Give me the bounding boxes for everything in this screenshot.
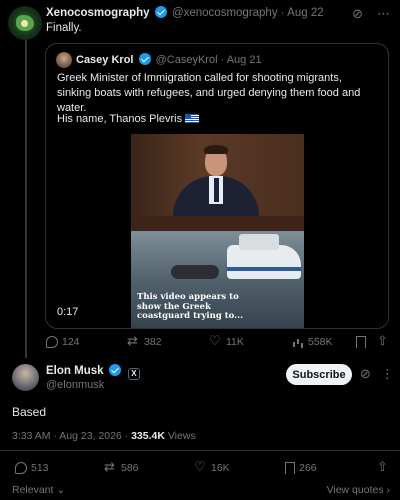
person-hair xyxy=(204,145,228,154)
bookmark-icon[interactable] xyxy=(356,336,366,348)
heart-icon xyxy=(209,333,222,349)
quote-tweet[interactable]: Casey Krol @CaseyKrol · Aug 21 Greek Min… xyxy=(45,43,389,329)
quote-text: Greek Minister of Immigration called for… xyxy=(57,72,361,114)
divider xyxy=(0,450,400,451)
quote-text-2: His name, Thanos Plevris xyxy=(57,113,200,125)
sort-relevant-dropdown[interactable]: Relevant ⌄ xyxy=(12,484,65,496)
post-tail-icons xyxy=(356,333,390,349)
view-quotes-link[interactable]: View quotes › xyxy=(327,484,390,496)
author-name[interactable]: Elon Musk xyxy=(46,365,104,377)
author-name[interactable]: Xenocosmography xyxy=(46,7,150,19)
post-text: Finally. xyxy=(46,22,82,34)
avatar[interactable] xyxy=(8,6,42,40)
quote-header: Casey Krol @CaseyKrol · Aug 21 xyxy=(76,53,262,66)
desk xyxy=(131,216,304,231)
boat-cabin xyxy=(239,234,279,250)
photo-minister xyxy=(131,134,304,231)
author-handle[interactable]: @CaseyKrol xyxy=(156,54,218,66)
post-header: Xenocosmography @xenocosmography · Aug 2… xyxy=(46,6,324,19)
retweet-icon xyxy=(127,333,140,349)
verified-badge-icon xyxy=(154,6,167,18)
like-button[interactable]: 16K xyxy=(194,459,285,475)
reply-icon xyxy=(46,336,58,348)
avatar[interactable] xyxy=(12,364,39,391)
retweet-icon xyxy=(104,459,117,475)
chevron-right-icon: › xyxy=(386,484,391,496)
raft xyxy=(171,265,219,279)
view-quotes-label: View quotes xyxy=(326,484,384,496)
reply-button[interactable]: 513 xyxy=(15,462,105,474)
person-tie xyxy=(214,178,219,202)
like-button[interactable]: 11K xyxy=(209,333,292,349)
views-label: Views xyxy=(164,430,196,442)
retweet-count: 586 xyxy=(121,462,139,474)
reply-action-bar: 513 586 16K 266 xyxy=(15,459,390,475)
verified-badge-icon xyxy=(108,364,121,376)
sort-label: Relevant xyxy=(12,484,54,496)
grok-icon[interactable]: ⊘ xyxy=(360,366,371,382)
retweet-count: 382 xyxy=(144,336,162,348)
post-top-icons: ⊘ ⋯ xyxy=(352,6,390,22)
share-icon[interactable] xyxy=(377,333,390,349)
like-count: 16K xyxy=(211,462,230,474)
views-icon xyxy=(292,336,304,348)
retweet-button[interactable]: 586 xyxy=(104,459,195,475)
video-duration: 0:17 xyxy=(57,306,79,318)
chevron-down-icon: ⌄ xyxy=(56,484,66,496)
boat-stripe xyxy=(227,267,301,271)
author-handle[interactable]: @xenocosmography xyxy=(172,7,278,19)
post-date[interactable]: · Aug 21 xyxy=(221,54,262,66)
post-action-bar: 124 382 11K 558K xyxy=(46,333,390,349)
video-media[interactable]: This video appears to show the Greek coa… xyxy=(131,134,304,328)
avatar[interactable] xyxy=(56,52,72,68)
greek-flag-icon xyxy=(185,114,200,123)
thread-line xyxy=(25,40,27,358)
reply-meta: 3:33 AM · Aug 23, 2026 · 335.4K Views xyxy=(12,430,196,442)
retweet-button[interactable]: 382 xyxy=(127,333,210,349)
reply-button[interactable]: 124 xyxy=(46,336,128,348)
timestamp[interactable]: 3:33 AM · Aug 23, 2026 · xyxy=(12,430,131,442)
verified-badge-icon xyxy=(138,53,151,65)
reply-count: 124 xyxy=(62,336,80,348)
grok-icon[interactable]: ⊘ xyxy=(352,6,363,22)
reply-text: Based xyxy=(12,405,47,419)
quote-name-line: His name, Thanos Plevris xyxy=(57,113,183,125)
bookmark-count: 266 xyxy=(299,462,317,474)
post-date[interactable]: · Aug 22 xyxy=(281,7,324,19)
share-icon xyxy=(377,459,390,475)
like-count: 11K xyxy=(226,336,244,348)
x-affiliation-badge[interactable]: X xyxy=(127,368,140,380)
reply-icon xyxy=(15,462,27,474)
author-name[interactable]: Casey Krol xyxy=(76,54,133,66)
reply-top-icons: ⊘ ⋮ xyxy=(360,366,394,382)
reply-count: 513 xyxy=(31,462,49,474)
bookmark-icon xyxy=(285,462,295,474)
bookmark-button[interactable]: 266 xyxy=(285,462,375,474)
views-total: 335.4K xyxy=(131,430,165,442)
share-button[interactable] xyxy=(377,459,390,475)
video-caption: This video appears to show the Greek coa… xyxy=(137,292,244,321)
more-icon[interactable]: ⋮ xyxy=(381,366,394,382)
subscribe-button[interactable]: Subscribe xyxy=(286,364,352,385)
more-icon[interactable]: ⋯ xyxy=(377,6,390,22)
views-count: 558K xyxy=(308,336,333,348)
boat xyxy=(227,245,301,279)
author-handle[interactable]: @elonmusk xyxy=(46,379,104,391)
reply-author: Elon Musk X xyxy=(46,364,140,380)
photo-coastguard: This video appears to show the Greek coa… xyxy=(131,231,304,328)
heart-icon xyxy=(194,459,207,475)
